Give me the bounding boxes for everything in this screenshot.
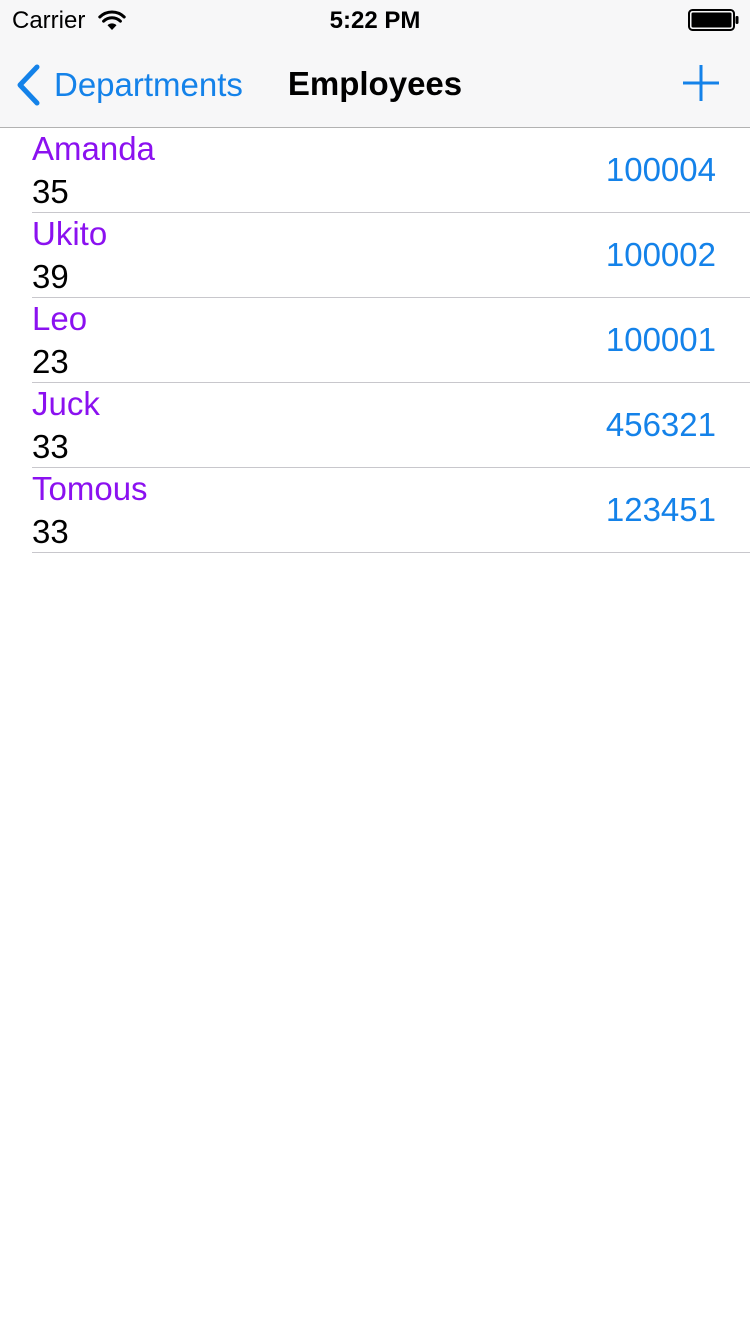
employee-id: 456321 <box>605 406 716 443</box>
employee-name: Amanda <box>32 130 155 167</box>
employee-age: 23 <box>32 343 69 380</box>
table-row[interactable]: Ukito 39 100002 <box>0 213 750 298</box>
back-button-label: Departments <box>54 66 243 103</box>
status-bar: Carrier 5:22 PM <box>0 0 750 40</box>
employee-list: Amanda 35 100004 Ukito 39 100002 Leo 23 100001 Ju… <box>0 128 750 553</box>
chevron-left-icon <box>17 64 40 106</box>
table-row[interactable]: Tomous 33 123451 <box>0 468 750 553</box>
battery-icon <box>688 9 739 31</box>
employee-id: 123451 <box>605 491 716 528</box>
employee-age: 39 <box>32 258 69 295</box>
back-button[interactable]: Departments <box>14 62 243 108</box>
employee-id: 100002 <box>605 236 716 273</box>
employee-age: 33 <box>32 513 69 550</box>
status-time: 5:22 PM <box>329 7 421 34</box>
employee-id: 100001 <box>605 321 716 358</box>
table-row[interactable]: Leo 23 100001 <box>0 298 750 383</box>
row-divider <box>32 552 750 553</box>
table-row[interactable]: Amanda 35 100004 <box>0 128 750 213</box>
top-bars: Carrier 5:22 PM Departments Employees <box>0 0 750 128</box>
employee-name: Juck <box>32 385 100 422</box>
navigation-bar: Departments Employees <box>0 40 750 128</box>
table-row[interactable]: Juck 33 456321 <box>0 383 750 468</box>
employee-name: Ukito <box>32 215 108 252</box>
employee-name: Tomous <box>32 470 148 507</box>
employee-name: Leo <box>32 300 88 337</box>
page-title: Employees <box>287 65 463 102</box>
employee-age: 33 <box>32 428 69 465</box>
screen: Carrier 5:22 PM Departments Employees Am… <box>0 0 750 1334</box>
employee-id: 100004 <box>605 151 716 188</box>
employee-age: 35 <box>32 173 69 210</box>
plus-icon[interactable] <box>680 62 722 104</box>
